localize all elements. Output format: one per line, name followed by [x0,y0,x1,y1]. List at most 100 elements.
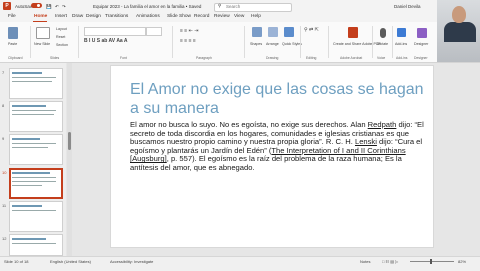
ribbon [0,22,480,63]
create-share-label: Create and Share Adobe PDF [333,42,381,46]
zoom-slider-thumb[interactable] [430,259,432,264]
thumb-number: 9 [2,136,5,141]
thumb-number: 12 [2,236,7,241]
thumb-text [12,243,56,244]
tab-help[interactable]: Help [251,14,261,19]
shapes-icon[interactable] [252,27,262,37]
paste-icon[interactable] [8,27,18,39]
font-size-select[interactable] [146,27,162,36]
new-slide-label: New Slide [34,42,51,46]
save-icon[interactable]: 💾 [46,4,52,10]
thumb-title [12,72,42,74]
dictate-label: Dictate [377,42,389,46]
accessibility-status[interactable]: Accessibility: Investigate [110,259,153,264]
thumb-title [12,138,40,140]
tab-design[interactable]: Design [86,14,101,19]
section-button[interactable]: Section [56,43,68,47]
quick-styles-label: Quick Styles [282,42,302,46]
search-placeholder: Search [226,3,241,9]
search-icon: ⚲ [218,3,222,8]
group-clipboard: Clipboard [8,56,23,60]
divider [392,26,393,58]
divider [78,26,79,58]
thumb-text [12,181,56,182]
slide-counter: Slide 10 of 18 [4,259,29,264]
layout-button[interactable]: Layout [56,27,67,31]
new-slide-icon[interactable] [36,27,50,39]
thumbnail-scrollbar[interactable] [67,63,72,256]
tab-draw[interactable]: Draw [72,14,83,19]
arrange-icon[interactable] [268,27,278,37]
scrollbar-thumb[interactable] [68,132,71,150]
thumb-title [12,172,50,174]
tab-record[interactable]: Record [194,14,209,19]
designer-icon[interactable] [417,28,427,38]
thumb-title [12,205,42,207]
thumb-text [12,114,54,115]
font-style-buttons[interactable]: B I U S ab AV Aa A [84,38,128,44]
divider [372,26,373,58]
divider [30,26,31,58]
thumb-title [12,105,46,107]
slide-title[interactable]: El Amor no exige que las cosas se hagan … [130,80,430,118]
view-buttons[interactable]: □ ☷ ▤ ▷ [382,259,398,264]
thumb-number: 8 [2,103,5,108]
redo-icon[interactable]: ↷ [62,4,66,10]
presenter-body [444,22,476,42]
thumb-text [12,147,48,148]
divider [244,26,245,58]
thumb-text [12,185,42,186]
align-buttons[interactable]: ≡ ≡ ≡ ≡ [180,38,196,44]
list-buttons[interactable]: ≡ ≡ ⇤ ⇥ [180,28,198,34]
divider [172,26,173,58]
presenter-face [452,6,466,23]
paste-label: Paste [8,42,18,46]
group-designer: Designer [414,56,428,60]
language-indicator[interactable]: English (United States) [50,259,91,264]
tab-file[interactable]: File [8,14,16,19]
thumb-title [12,238,46,240]
quick-styles-icon[interactable] [284,27,294,37]
thumb-text [12,143,56,144]
add-ins-icon[interactable] [397,28,406,37]
font-name-select[interactable] [84,27,146,36]
thumb-text [12,110,56,111]
reset-button[interactable]: Reset [56,35,65,39]
add-ins-label: Add-ins [395,42,408,46]
thumb-number: 10 [2,170,7,175]
body-text: , p. 557). El egoísmo es la raíz del pro… [130,154,402,172]
zoom-slider[interactable] [410,261,454,262]
zoom-level[interactable]: 82% [458,259,466,264]
tab-slide-show[interactable]: Slide Show [167,14,191,19]
powerpoint-logo-icon: P [3,2,11,10]
thumb-text [12,210,56,211]
group-add-ins: Add-ins [396,56,408,60]
divider [328,26,329,58]
tab-home[interactable]: Home [34,14,47,19]
group-font: Font [120,56,127,60]
undo-icon[interactable]: ↶ [55,4,59,10]
shapes-label: Shapes [250,42,263,46]
slide-body-text[interactable]: El amor no busca lo suyo. No es egoísta,… [130,120,426,173]
arrange-label: Arrange [266,42,279,46]
user-name[interactable]: Daniel Devila [394,4,421,9]
tab-insert[interactable]: Insert [55,14,67,19]
tab-transitions[interactable]: Transitions [105,14,128,19]
notes-button[interactable]: Notes [360,259,370,264]
tab-review[interactable]: Review [214,14,230,19]
thumb-number: 7 [2,70,5,75]
group-drawing: Drawing [266,56,279,60]
find-replace-icons[interactable]: ⚲ ⇄ ⇱ [304,27,319,33]
toggle-knob-icon [37,4,40,7]
adobe-pdf-icon[interactable] [348,27,358,38]
thumb-text [12,81,52,82]
thumb-number: 11 [2,203,7,208]
group-slides: Slides [50,56,60,60]
group-adobe: Adobe Acrobat [340,56,363,60]
group-voice: Voice [377,56,386,60]
tab-view[interactable]: View [234,14,244,19]
microphone-icon[interactable] [380,28,386,38]
document-title: Equipar 2023 - La familia el amor en la … [93,3,202,9]
group-editing: Editing [306,56,317,60]
tab-animations[interactable]: Animations [136,14,160,19]
